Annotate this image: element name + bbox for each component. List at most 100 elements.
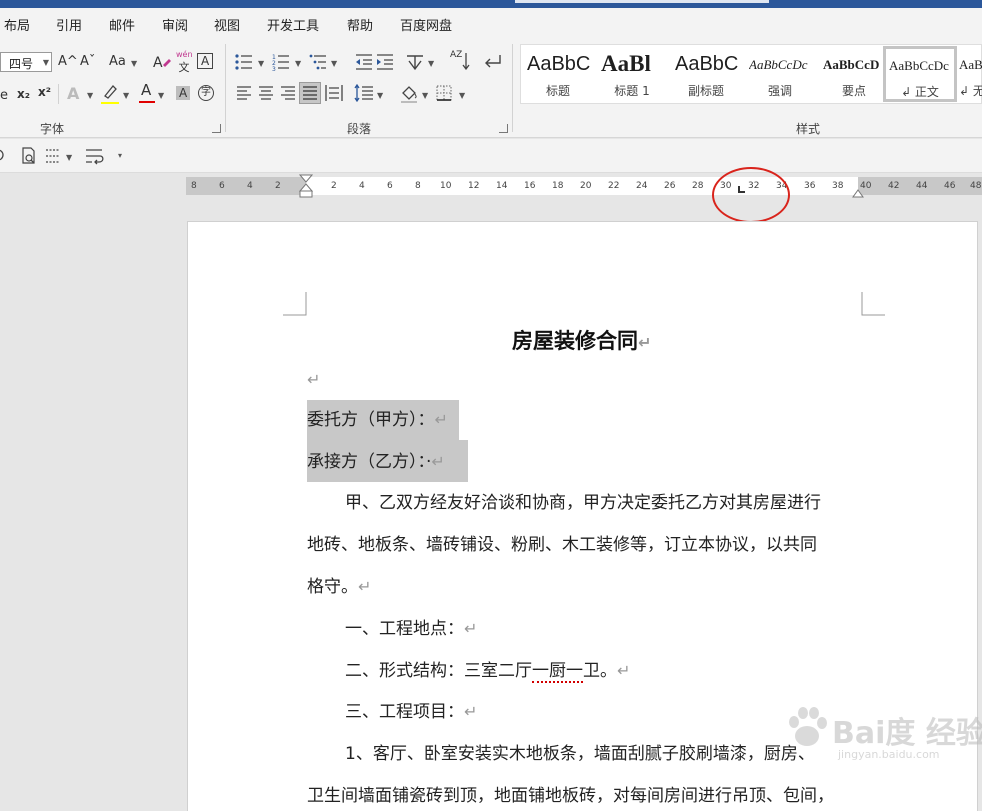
intro-line: 甲、乙双方经友好洽谈和协商，甲方决定委托乙方对其房屋进行 [345, 493, 821, 513]
intro-line: 地砖、地板条、墙砖铺设、粉刷、木工装修等，订立本协议，以共同 [307, 535, 817, 555]
paragraph-group-label: 段落 [347, 122, 372, 136]
watermark-subtext: jingyan.baidu.com [838, 748, 940, 761]
character-border-button[interactable]: A [197, 53, 214, 69]
subscript-button[interactable]: x₂ [17, 88, 30, 100]
chevron-down-icon: ▼ [331, 59, 338, 68]
menu-tab-developer[interactable]: 开发工具 [267, 15, 319, 34]
numbering-icon[interactable]: 123 [272, 53, 290, 75]
text-wrap-icon[interactable] [85, 147, 105, 169]
party-a-text: 委托方（甲方）： [307, 410, 435, 430]
style-title[interactable]: AaBbC 标题 [521, 45, 595, 103]
enclose-characters-button[interactable]: 字 [198, 85, 214, 101]
menu-tab-mailings[interactable]: 邮件 [109, 15, 135, 34]
text-effects-button[interactable]: A [67, 86, 79, 102]
clear-formatting-icon[interactable]: A [152, 52, 172, 76]
style-emphasis[interactable]: AaBbCcDc 强调 [743, 45, 817, 103]
menu-tab-help[interactable]: 帮助 [347, 15, 373, 34]
spelling-squiggle[interactable]: 一厨一 [532, 661, 583, 683]
first-line-indent-marker[interactable] [298, 174, 314, 202]
detail-line: 1、客厅、卧室安装实木地板条，墙面刮腻子胶刷墙漆，厨房、 [345, 744, 815, 764]
superscript-button[interactable]: x² [38, 86, 51, 98]
style-sample: AaBbCcD [823, 57, 880, 72]
align-center-icon[interactable] [258, 85, 274, 105]
phonetic-guide-button[interactable]: wén 文 [176, 50, 193, 75]
align-left-icon[interactable] [236, 85, 252, 105]
show-hide-marks-icon[interactable] [482, 53, 502, 75]
paragraph-mark: ↵ [464, 702, 478, 721]
style-strong[interactable]: AaBbCcD 要点 [817, 45, 891, 103]
shrink-font-button[interactable]: Aˇ [80, 55, 95, 68]
paragraph-dialog-launcher-icon[interactable] [499, 124, 508, 133]
clause-text: 三、工程项目： [345, 702, 464, 722]
page-break-icon[interactable] [44, 147, 62, 169]
style-name: 副标题 [687, 84, 724, 98]
justify-icon[interactable] [299, 82, 321, 104]
menu-tab-references[interactable]: 引用 [56, 15, 82, 34]
highlight-color-button[interactable] [101, 84, 119, 106]
style-name: 强调 [767, 84, 792, 98]
chevron-down-icon: ▼ [258, 59, 265, 68]
document-title-text: 房屋装修合同 [512, 329, 638, 353]
change-case-button[interactable]: Aa [109, 55, 126, 68]
ruler-number: 2 [275, 181, 281, 191]
menu-tab-layout[interactable]: 布局 [4, 15, 30, 34]
font-dialog-launcher-icon[interactable] [212, 124, 221, 133]
menu-tab-review[interactable]: 审阅 [162, 15, 188, 34]
ruler-number: 38 [832, 181, 844, 191]
multilevel-list-icon[interactable] [309, 53, 327, 75]
style-sample: AaB [959, 57, 982, 72]
ruler-number: 28 [692, 181, 704, 191]
shading-icon[interactable] [400, 84, 418, 108]
ruler-number: 26 [664, 181, 676, 191]
group-divider [512, 44, 513, 132]
character-shading-button[interactable]: A [176, 86, 191, 100]
search-box[interactable] [515, 0, 769, 3]
chevron-down-icon: ▼ [377, 91, 384, 100]
menu-tab-baidu-netdisk[interactable]: 百度网盘 [400, 15, 452, 34]
clause-text: 二、形式结构：三室二厅 [345, 661, 532, 681]
paragraph-mark: ↵ [638, 333, 652, 352]
quick-access-toolbar: ▼ ▾ [0, 139, 982, 173]
line-spacing-icon[interactable] [354, 83, 374, 106]
highlight-color-swatch [101, 102, 119, 104]
menu-tab-view[interactable]: 视图 [214, 15, 240, 34]
chinese-layout-icon[interactable] [405, 52, 425, 76]
font-color-swatch [139, 101, 155, 103]
svg-text:A: A [153, 55, 163, 71]
right-indent-marker[interactable] [852, 184, 864, 203]
style-name: ↲ 正文 [901, 85, 939, 99]
customize-qat-chevron-icon[interactable]: ▾ [118, 151, 122, 160]
ribbon: 四号 ▼ A^ Aˇ Aa ▼ A wén 文 A e x₂ x² A ▼ ▼ … [0, 38, 982, 138]
ruler-number: 42 [888, 181, 900, 191]
print-preview-icon[interactable] [20, 147, 38, 169]
style-sample: AaBbCcDc [889, 58, 949, 73]
redo-icon[interactable] [0, 147, 8, 167]
svg-text:3: 3 [272, 66, 276, 71]
font-size-value: 四号 [9, 57, 34, 71]
font-color-button[interactable]: A [139, 83, 155, 105]
clause-text: 卫。 [583, 661, 617, 681]
style-no-spacing[interactable]: AaB ↲ 无 [957, 45, 982, 103]
font-size-dropdown[interactable]: 四号 ▼ [0, 52, 52, 72]
style-heading-1[interactable]: AaBl 标题 1 [595, 45, 669, 103]
increase-indent-icon[interactable] [376, 53, 394, 75]
align-right-icon[interactable] [280, 85, 296, 105]
horizontal-ruler[interactable]: 8 6 4 2 2 4 6 8 10 12 14 16 18 20 22 24 … [186, 174, 982, 198]
bullets-icon[interactable] [235, 53, 253, 75]
distributed-align-icon[interactable] [325, 84, 343, 106]
style-normal[interactable]: AaBbCcDc ↲ 正文 [883, 46, 957, 102]
decrease-indent-icon[interactable] [355, 53, 373, 75]
strikethrough-icon[interactable]: e [0, 86, 10, 106]
sort-label: AZ [450, 50, 463, 60]
ruler-number: 16 [524, 181, 536, 191]
paragraph-mark: ↵ [617, 661, 631, 680]
borders-icon[interactable] [436, 85, 452, 105]
detail-line: 卫生间墙面铺瓷砖到顶，地面铺地板砖，对每间房间进行吊顶、包间， [307, 786, 834, 806]
paragraph-mark: ↵ [434, 410, 448, 429]
grow-font-button[interactable]: A^ [58, 55, 78, 68]
ruler-number: 20 [580, 181, 592, 191]
style-name: 要点 [841, 84, 866, 98]
styles-gallery: AaBbC 标题 AaBl 标题 1 AaBbC 副标题 AaBbCcDc 强调… [520, 44, 982, 104]
style-subtitle[interactable]: AaBbC 副标题 [669, 45, 743, 103]
ruler-number: 18 [552, 181, 564, 191]
